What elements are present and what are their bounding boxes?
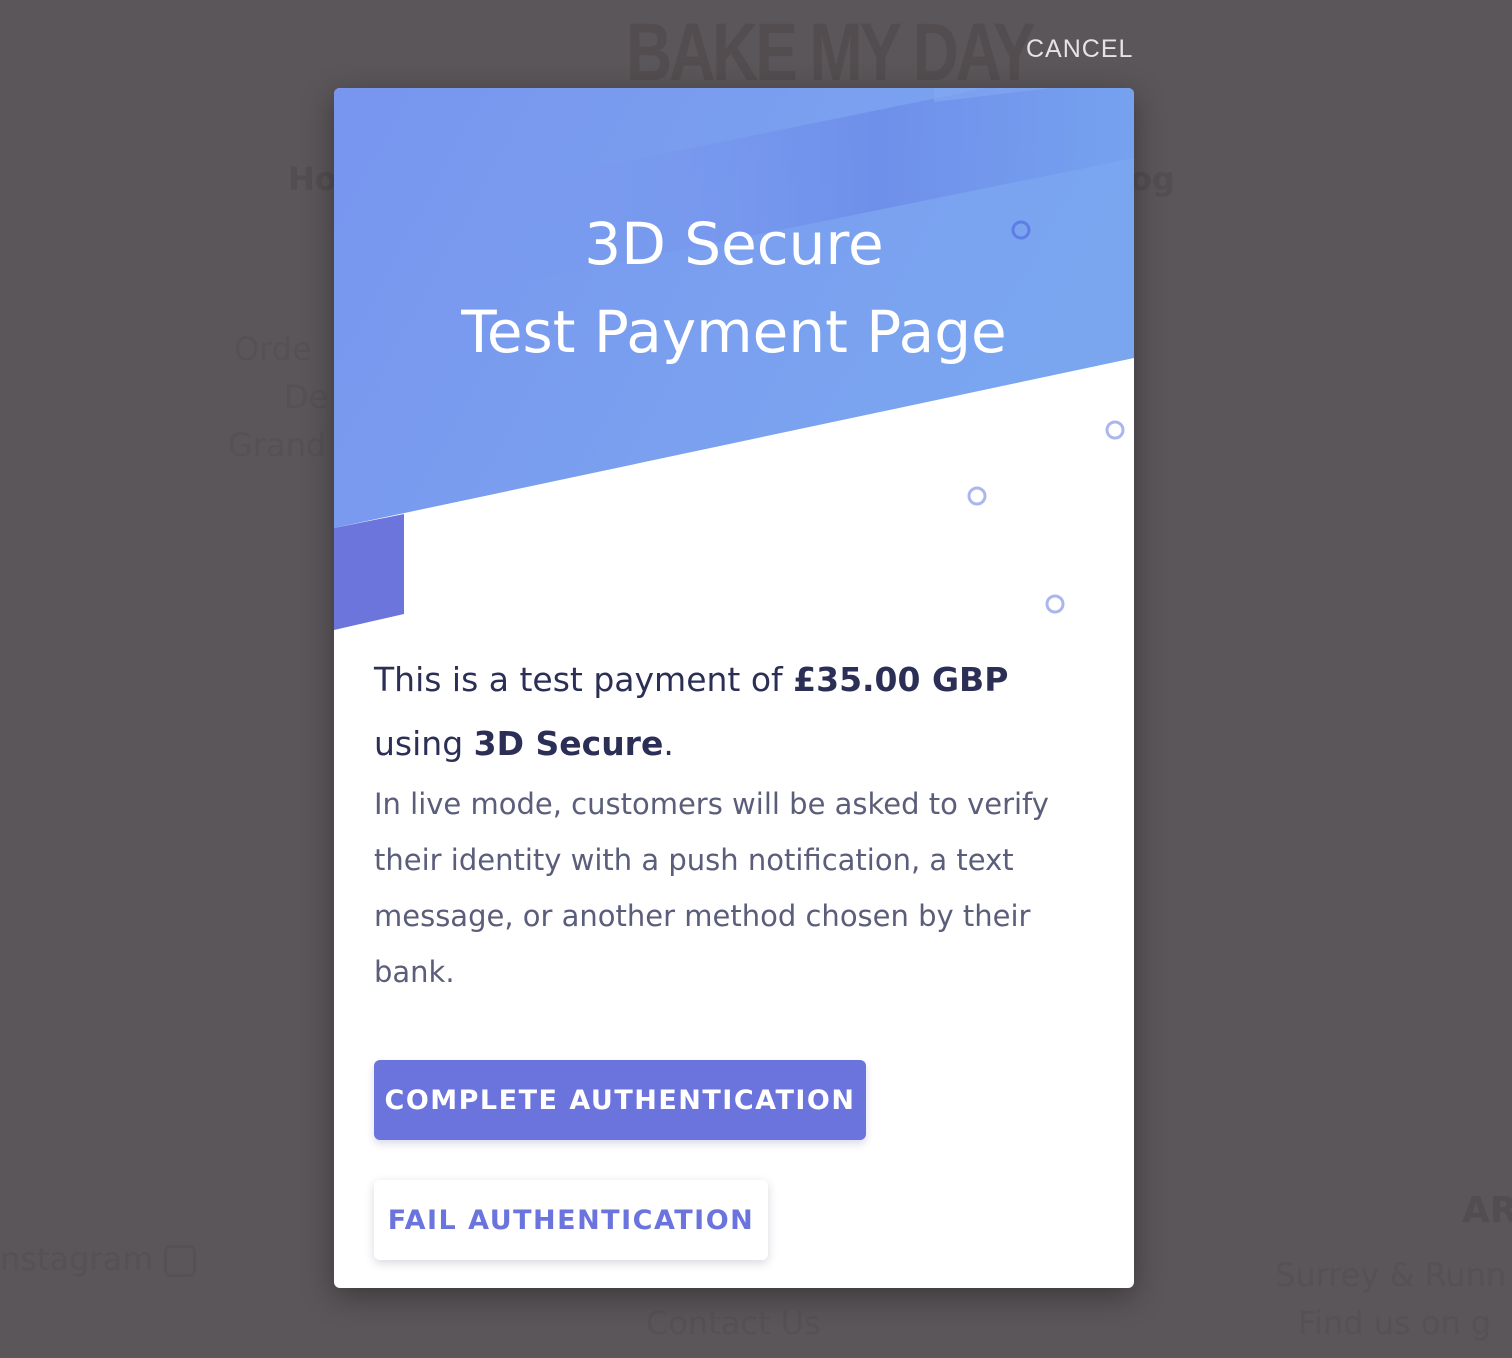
background-nav-home: Ho bbox=[288, 160, 337, 198]
background-text-line: Grand bbox=[228, 426, 327, 464]
background-contact-link: Contact Us bbox=[646, 1304, 821, 1342]
summary-middle: using bbox=[374, 724, 474, 763]
payment-amount: £35.00 GBP bbox=[793, 660, 1009, 699]
cancel-button[interactable]: CANCEL bbox=[1026, 32, 1133, 66]
instagram-icon bbox=[163, 1245, 196, 1277]
test-payment-modal: 3D Secure Test Payment Page This is a te… bbox=[334, 88, 1134, 1288]
live-mode-description: In live mode, customers will be asked to… bbox=[374, 787, 1049, 989]
background-instagram-label: nstagram bbox=[0, 1240, 154, 1278]
background-text-line: De bbox=[284, 378, 329, 416]
background-find-us: Find us on g bbox=[1298, 1304, 1492, 1342]
fail-authentication-button[interactable]: FAIL AUTHENTICATION bbox=[374, 1180, 768, 1260]
background-text-line: Orde bbox=[234, 330, 312, 368]
summary-prefix: This is a test payment of bbox=[374, 660, 794, 699]
payment-method: 3D Secure bbox=[473, 724, 664, 763]
summary-suffix: . bbox=[663, 724, 674, 763]
background-instagram-link: nstagram bbox=[0, 1240, 196, 1278]
complete-authentication-button[interactable]: COMPLETE AUTHENTICATION bbox=[374, 1060, 866, 1140]
background-nav-blog: og bbox=[1130, 160, 1175, 198]
background-area-heading: ARE bbox=[1462, 1190, 1512, 1231]
modal-body: This is a test payment of £35.00 GBP usin… bbox=[374, 648, 1094, 1000]
background-logo: BAKE MY DAY bbox=[626, 7, 1036, 98]
title-line-2: Test Payment Page bbox=[461, 298, 1007, 366]
background-area-text: Surrey & Runn bbox=[1275, 1256, 1507, 1294]
title-line-1: 3D Secure bbox=[584, 210, 884, 278]
modal-title: 3D Secure Test Payment Page bbox=[334, 200, 1134, 376]
modal-header: 3D Secure Test Payment Page bbox=[334, 88, 1134, 648]
payment-summary: This is a test payment of £35.00 GBP usin… bbox=[374, 648, 1094, 776]
